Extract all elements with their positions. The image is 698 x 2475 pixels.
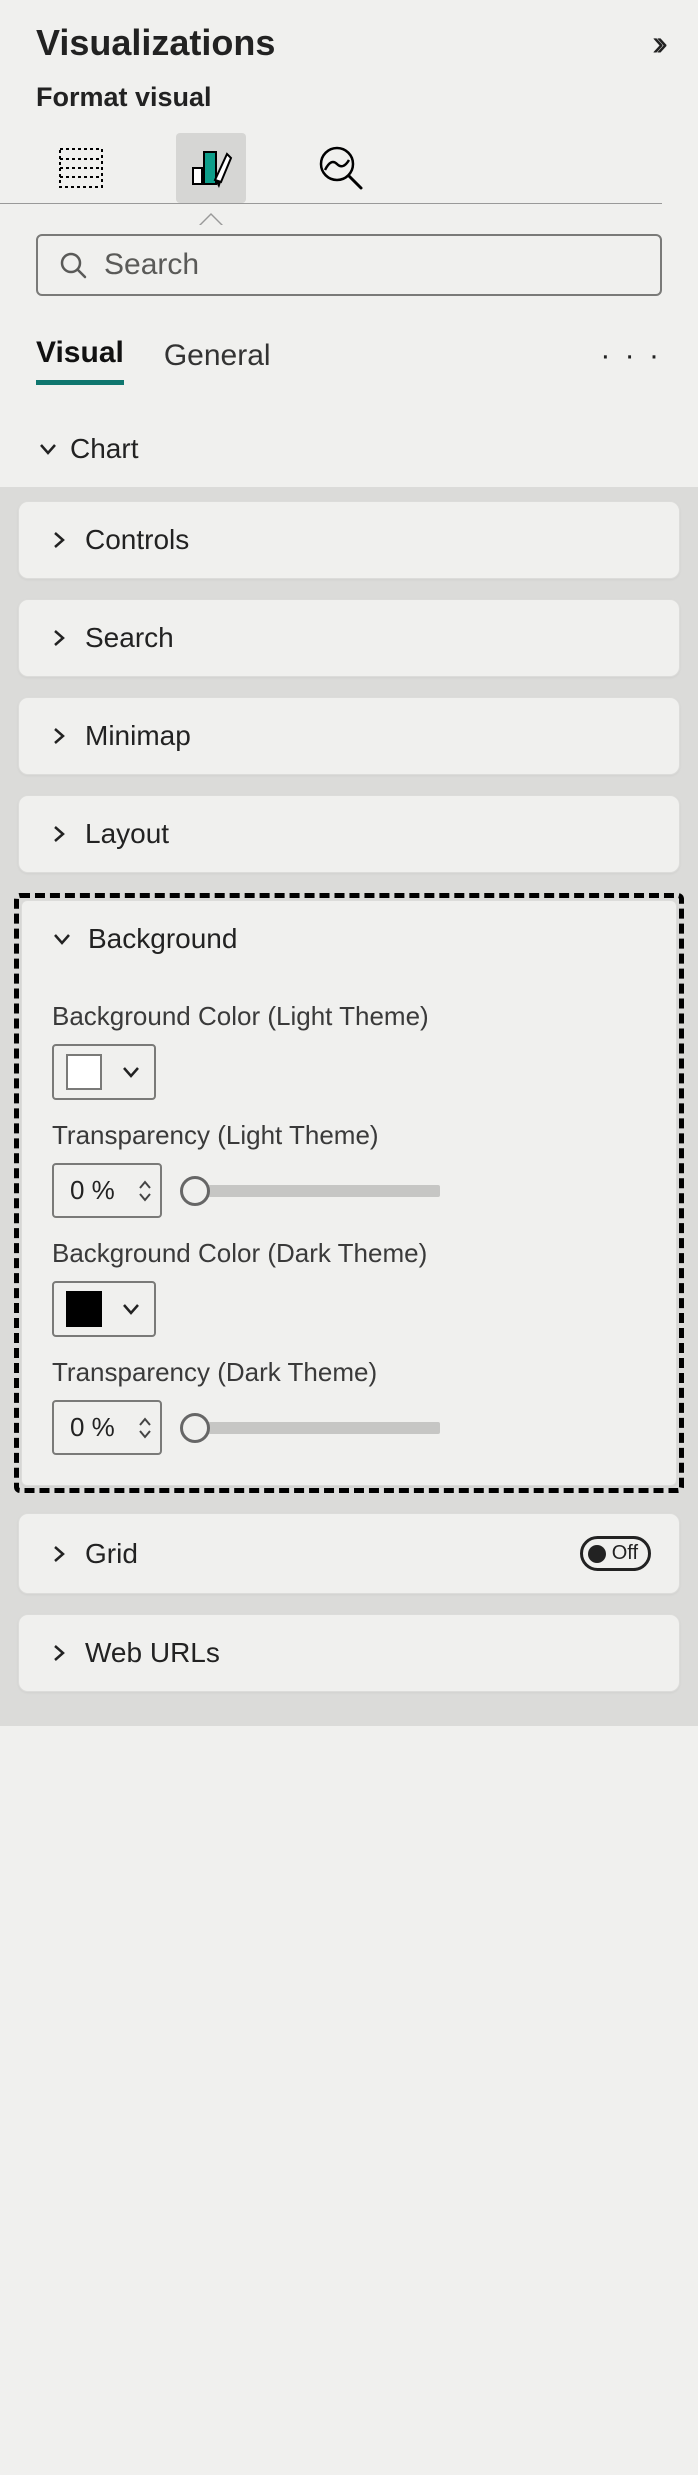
card-grid[interactable]: Grid Off [19, 1514, 679, 1593]
spinner-arrows[interactable] [138, 1180, 152, 1202]
analytics-tab[interactable] [306, 133, 376, 203]
chevron-up-icon [138, 1417, 152, 1427]
chevron-down-icon [120, 1061, 142, 1083]
chevron-right-icon [47, 824, 71, 844]
card-title: Web URLs [85, 1637, 651, 1669]
format-paint-icon [187, 144, 235, 192]
chevron-down-icon [50, 928, 74, 950]
chevron-right-icon [47, 726, 71, 746]
bg-color-dark-label: Background Color (Dark Theme) [52, 1238, 646, 1269]
toggle-label: Off [612, 1542, 638, 1565]
card-title: Background [88, 923, 648, 955]
tab-visual[interactable]: Visual [36, 326, 124, 385]
color-swatch-white [66, 1054, 102, 1090]
card-title: Grid [85, 1538, 566, 1570]
chevron-right-icon [47, 1643, 71, 1663]
chevron-down-icon [138, 1192, 152, 1202]
table-icon [58, 145, 104, 191]
color-swatch-black [66, 1291, 102, 1327]
tab-more-button[interactable]: · · · [600, 339, 662, 373]
card-title: Controls [85, 524, 651, 556]
grid-toggle[interactable]: Off [580, 1536, 651, 1571]
slider-thumb[interactable] [180, 1176, 210, 1206]
card-layout[interactable]: Layout [19, 796, 679, 872]
highlighted-section: Background Background Color (Light Theme… [14, 893, 684, 1493]
transparency-light-slider[interactable] [180, 1176, 440, 1206]
transparency-dark-spinner[interactable]: 0 % [52, 1400, 162, 1455]
section-label: Chart [70, 433, 138, 465]
chevron-up-icon [138, 1180, 152, 1190]
build-visual-tab[interactable] [46, 133, 116, 203]
slider-thumb[interactable] [180, 1413, 210, 1443]
pane-title: Visualizations [36, 22, 275, 64]
search-icon [58, 250, 88, 280]
slider-track [208, 1422, 440, 1434]
card-web-urls[interactable]: Web URLs [19, 1615, 679, 1691]
chevron-down-icon [120, 1298, 142, 1320]
transparency-light-spinner[interactable]: 0 % [52, 1163, 162, 1218]
card-title: Layout [85, 818, 651, 850]
format-visual-tab[interactable] [176, 133, 246, 203]
chevron-right-icon [47, 628, 71, 648]
toggle-dot [588, 1545, 606, 1563]
transparency-dark-label: Transparency (Dark Theme) [52, 1357, 646, 1388]
analytics-magnify-icon [317, 144, 365, 192]
spinner-arrows[interactable] [138, 1417, 152, 1439]
bg-color-light-picker[interactable] [52, 1044, 156, 1100]
chevron-right-icon [47, 530, 71, 550]
card-search[interactable]: Search [19, 600, 679, 676]
card-title: Minimap [85, 720, 651, 752]
slider-track [208, 1185, 440, 1197]
search-input[interactable] [104, 248, 640, 282]
card-minimap[interactable]: Minimap [19, 698, 679, 774]
section-chart[interactable]: Chart [0, 395, 698, 487]
tab-general[interactable]: General [164, 329, 271, 383]
transparency-light-label: Transparency (Light Theme) [52, 1120, 646, 1151]
pane-subtitle: Format visual [0, 74, 698, 133]
card-controls[interactable]: Controls [19, 502, 679, 578]
chevron-down-icon [36, 438, 60, 460]
search-box[interactable] [36, 234, 662, 296]
card-background[interactable]: Background [22, 901, 676, 977]
card-title: Search [85, 622, 651, 654]
bg-color-light-label: Background Color (Light Theme) [52, 1001, 646, 1032]
bg-color-dark-picker[interactable] [52, 1281, 156, 1337]
chevron-down-icon [138, 1429, 152, 1439]
spinner-value: 0 % [70, 1175, 130, 1206]
spinner-value: 0 % [70, 1412, 130, 1443]
collapse-pane-button[interactable]: ›› [644, 18, 668, 68]
transparency-dark-slider[interactable] [180, 1413, 440, 1443]
chevron-right-icon [47, 1544, 71, 1564]
